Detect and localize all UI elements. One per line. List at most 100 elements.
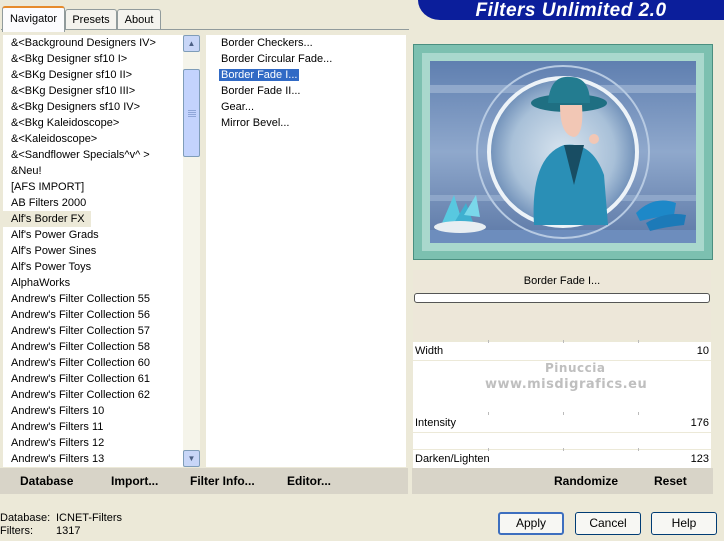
filter-info-button[interactable]: Filter Info...: [190, 468, 255, 494]
category-item[interactable]: Andrew's Filters 11: [3, 419, 183, 435]
database-value: ICNET-Filters: [56, 512, 122, 524]
database-button[interactable]: Database: [20, 468, 73, 494]
tab-presets[interactable]: Presets: [65, 9, 117, 30]
help-button[interactable]: Help: [651, 512, 717, 535]
tab-about[interactable]: About: [117, 9, 161, 30]
category-item-label: Alf's Power Grads: [11, 229, 99, 241]
category-item-label: AB Filters 2000: [11, 197, 87, 209]
category-item-label: Andrew's Filter Collection 55: [11, 293, 151, 305]
watermark-line1: Pinuccia: [545, 361, 606, 375]
filter-item-label: Border Circular Fade...: [221, 53, 333, 65]
slider-intensity[interactable]: Intensity 176: [413, 412, 711, 432]
category-item[interactable]: Alf's Power Toys: [3, 259, 183, 275]
category-item[interactable]: Alf's Power Sines: [3, 243, 183, 259]
reset-button[interactable]: Reset: [654, 468, 687, 494]
category-item-label: &<Bkg Designers sf10 IV>: [11, 101, 141, 113]
watermark-area: Pinuccia www.misdigrafics.eu: [413, 361, 711, 417]
preview-image: [414, 45, 712, 259]
category-item[interactable]: &<Sandflower Specials^v^ >: [3, 147, 183, 163]
category-item-label: Andrew's Filter Collection 61: [11, 373, 151, 385]
category-item[interactable]: Andrew's Filter Collection 58: [3, 339, 183, 355]
randomize-button[interactable]: Randomize: [554, 468, 618, 494]
category-item-label: Andrew's Filter Collection 57: [11, 325, 151, 337]
category-item[interactable]: Andrew's Filter Collection 56: [3, 307, 183, 323]
empty-control-slot-2: [413, 433, 711, 449]
filter-item[interactable]: Border Fade II...: [206, 83, 406, 99]
filter-item[interactable]: Border Checkers...: [206, 35, 406, 51]
preview-frame: [413, 44, 713, 260]
filter-item[interactable]: Mirror Bevel...: [206, 115, 406, 131]
category-item-label: &<Kaleidoscope>: [11, 133, 98, 145]
filter-item-label: Border Fade I...: [217, 68, 301, 82]
category-item[interactable]: &<BKg Designer sf10 III>: [3, 83, 183, 99]
filter-item-label: Border Checkers...: [221, 37, 313, 49]
category-item[interactable]: &Neu!: [3, 163, 183, 179]
empty-control-slot: [413, 305, 711, 340]
category-item[interactable]: Andrew's Filters 12: [3, 435, 183, 451]
category-item[interactable]: &<Background Designers IV>: [3, 35, 183, 51]
category-item-label: &<BKg Designer sf10 II>: [11, 69, 133, 81]
category-item[interactable]: Andrew's Filter Collection 61: [3, 371, 183, 387]
category-item[interactable]: &<Bkg Designer sf10 I>: [3, 51, 183, 67]
category-item[interactable]: Andrew's Filter Collection 57: [3, 323, 183, 339]
import-button[interactable]: Import...: [111, 468, 158, 494]
category-item-label: Andrew's Filters 13: [11, 453, 105, 465]
category-item[interactable]: Andrew's Filters 13: [3, 451, 183, 467]
category-item[interactable]: &<Bkg Designers sf10 IV>: [3, 99, 183, 115]
category-item[interactable]: Andrew's Filters 10: [3, 403, 183, 419]
filter-name-display: Border Fade I...: [413, 270, 711, 292]
right-toolbar: Randomize Reset: [412, 468, 713, 494]
slider-darken-lighten[interactable]: Darken/Lighten 123: [413, 448, 711, 468]
category-list[interactable]: &<Background Designers IV> &<Bkg Designer…: [3, 35, 183, 467]
category-item-label: &<Bkg Designer sf10 I>: [11, 53, 128, 65]
slider-tick: [563, 340, 564, 343]
cancel-button[interactable]: Cancel: [575, 512, 641, 535]
category-scrollbar[interactable]: ▲ ▼: [183, 35, 200, 467]
category-item[interactable]: Andrew's Filter Collection 55: [3, 291, 183, 307]
slider-width[interactable]: Width 10: [413, 340, 711, 360]
category-item-label: Andrew's Filters 11: [11, 421, 104, 433]
category-item[interactable]: &<BKg Designer sf10 II>: [3, 67, 183, 83]
scroll-thumb[interactable]: [183, 69, 200, 157]
filter-item[interactable]: Gear...: [206, 99, 406, 115]
editor-button[interactable]: Editor...: [287, 468, 331, 494]
filter-item-label: Gear...: [221, 101, 255, 113]
category-item-label: &<Bkg Kaleidoscope>: [11, 117, 120, 129]
filter-item[interactable]: Border Circular Fade...: [206, 51, 406, 67]
category-item[interactable]: Alf's Power Grads: [3, 227, 183, 243]
scroll-down-button[interactable]: ▼: [183, 450, 200, 467]
category-item[interactable]: [AFS IMPORT]: [3, 179, 183, 195]
category-item-label: &<Background Designers IV>: [11, 37, 156, 49]
category-item[interactable]: Andrew's Filter Collection 60: [3, 355, 183, 371]
watermark-line2: www.misdigrafics.eu: [485, 377, 648, 392]
filter-item[interactable]: Border Fade I...: [206, 67, 406, 83]
slider-intensity-value: 176: [690, 417, 709, 429]
category-item[interactable]: &<Kaleidoscope>: [3, 131, 183, 147]
slider-tick: [488, 340, 489, 343]
category-item[interactable]: Alf's Border FX: [3, 211, 183, 227]
slider-tick: [638, 412, 639, 415]
category-item[interactable]: AlphaWorks: [3, 275, 183, 291]
category-item[interactable]: Andrew's Filter Collection 62: [3, 387, 183, 403]
database-label: Database:: [0, 512, 51, 524]
category-item[interactable]: &<Bkg Kaleidoscope>: [3, 115, 183, 131]
slider-darken-lighten-label: Darken/Lighten: [415, 453, 490, 465]
tab-navigator[interactable]: Navigator: [2, 6, 65, 32]
slider-tick: [638, 448, 639, 451]
apply-button[interactable]: Apply: [498, 512, 564, 535]
progress-bar: [414, 293, 710, 303]
category-item[interactable]: AB Filters 2000: [3, 195, 183, 211]
category-item-label: Alf's Power Toys: [11, 261, 92, 273]
slider-width-value: 10: [696, 345, 709, 357]
filters-count-label: Filters:: [0, 525, 33, 537]
slider-width-label: Width: [415, 345, 444, 357]
filters-count-value: 1317: [56, 525, 81, 537]
category-item-label: Andrew's Filter Collection 60: [11, 357, 151, 369]
filter-list[interactable]: Border Checkers... Border Circular Fade..…: [206, 35, 406, 467]
scroll-up-button[interactable]: ▲: [183, 35, 200, 52]
slider-tick: [488, 412, 489, 415]
slider-intensity-label: Intensity: [415, 417, 456, 429]
category-item-label: [AFS IMPORT]: [11, 181, 85, 193]
left-toolbar: Database Import... Filter Info... Editor…: [0, 468, 408, 494]
category-item-label: AlphaWorks: [11, 277, 71, 289]
